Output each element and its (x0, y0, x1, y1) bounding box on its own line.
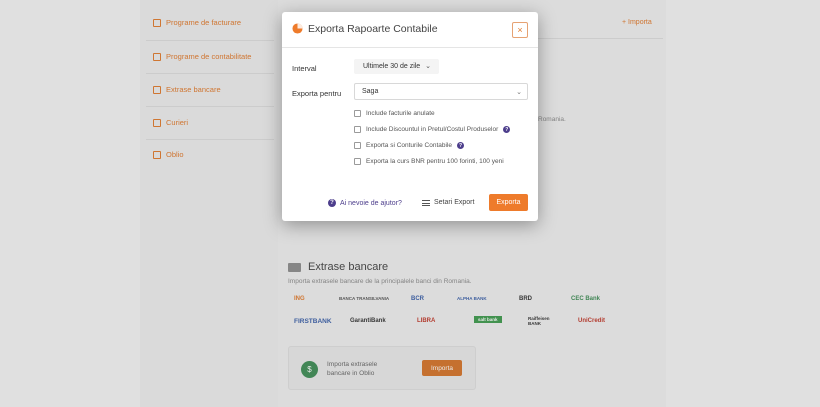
option-label: Include Discountul in Pretul/Costul Prod… (366, 126, 499, 133)
option-label: Exporta si Conturile Contabile (366, 142, 452, 149)
help-link[interactable]: ? Ai nevoie de ajutor? (328, 199, 402, 207)
interval-label: Interval (292, 64, 317, 73)
option-export-accounts[interactable]: Exporta si Conturile Contabile ? (354, 142, 464, 149)
checkbox[interactable] (354, 126, 361, 133)
pie-chart-icon (292, 23, 303, 34)
help-icon[interactable]: ? (503, 126, 511, 133)
export-for-label: Exporta pentru (292, 89, 342, 98)
option-include-cancelled[interactable]: Include facturile anulate (354, 110, 435, 117)
option-include-discount[interactable]: Include Discountul in Pretul/Costul Prod… (354, 126, 511, 133)
checkbox[interactable] (354, 158, 361, 165)
export-modal: Exporta Rapoarte Contabile × Interval Ul… (282, 12, 538, 221)
interval-value: Ultimele 30 de zile (363, 63, 421, 70)
option-label: Exporta la curs BNR pentru 100 forinti, … (366, 158, 504, 165)
option-bnr-rate[interactable]: Exporta la curs BNR pentru 100 forinti, … (354, 158, 504, 165)
help-link-text: Ai nevoie de ajutor? (340, 199, 402, 207)
help-icon: ? (328, 199, 336, 207)
option-label: Include facturile anulate (366, 110, 435, 117)
export-for-select[interactable]: Saga ⌄ (354, 83, 528, 100)
checkbox[interactable] (354, 110, 361, 117)
help-icon[interactable]: ? (457, 142, 464, 149)
checkbox[interactable] (354, 142, 361, 149)
modal-header: Exporta Rapoarte Contabile × (282, 12, 538, 48)
close-button[interactable]: × (512, 22, 528, 38)
chevron-down-icon: ⌄ (425, 63, 431, 70)
sliders-icon (422, 199, 430, 206)
export-settings-link[interactable]: Setari Export (422, 199, 474, 206)
export-for-value: Saga (362, 88, 379, 95)
export-button[interactable]: Exporta (489, 194, 528, 211)
chevron-down-icon: ⌄ (516, 89, 522, 96)
interval-select[interactable]: Ultimele 30 de zile ⌄ (354, 59, 439, 74)
settings-link-text: Setari Export (434, 199, 475, 206)
modal-title: Exporta Rapoarte Contabile (308, 23, 438, 35)
